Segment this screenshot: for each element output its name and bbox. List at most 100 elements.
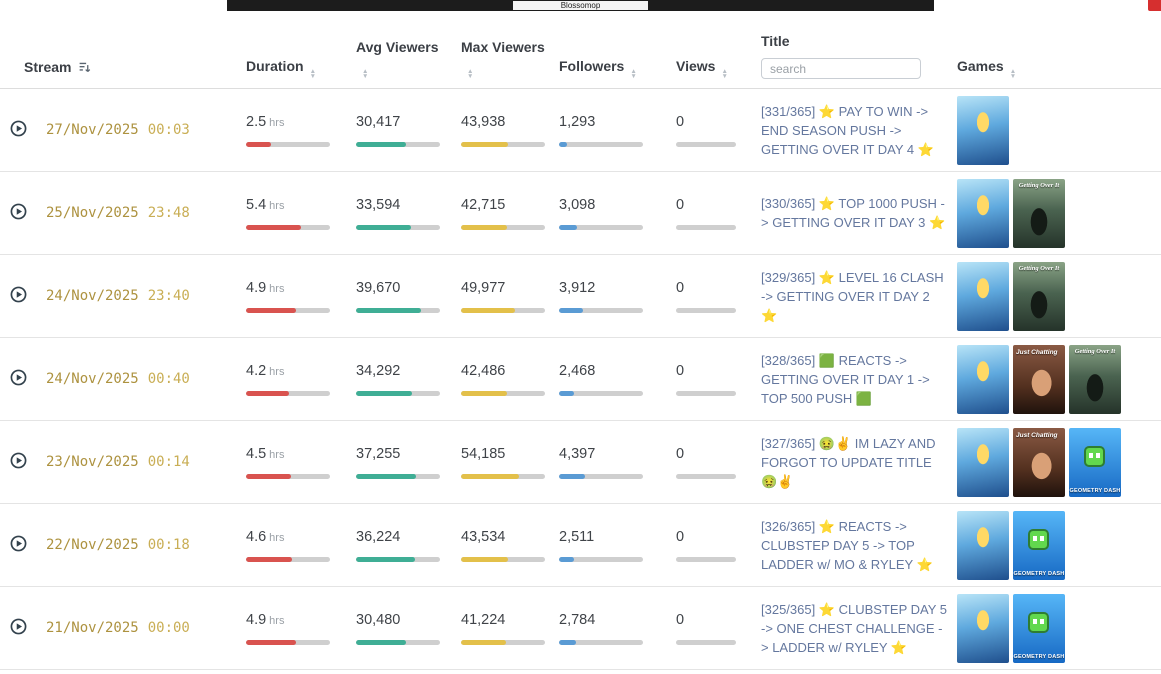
game-thumb-geometry-dash[interactable]: GEOMETRY DASH	[1013, 594, 1065, 663]
avg-viewers-bar	[356, 225, 440, 230]
max-viewers-bar-fill	[461, 640, 506, 645]
avg-viewers-bar-fill	[356, 391, 412, 396]
stream-rows: 27/Nov/202500:032.5hrs30,41743,9381,2930…	[0, 89, 1161, 670]
max-viewers-value: 41,224	[461, 612, 505, 628]
column-header-max-viewers[interactable]: Max Viewers▲▼	[461, 38, 559, 79]
max-viewers-value: 49,977	[461, 280, 505, 296]
stream-date-link[interactable]: 23/Nov/202500:14	[46, 454, 190, 470]
ad-banner[interactable]: Blossomop	[227, 0, 934, 11]
game-thumb-clash[interactable]	[957, 345, 1009, 414]
avg-viewers-bar	[356, 142, 440, 147]
duration-bar	[246, 391, 330, 396]
followers-bar-fill	[559, 640, 576, 645]
title-search-input[interactable]	[761, 58, 921, 79]
table-row: 23/Nov/202500:144.5hrs37,25554,1854,3970…	[0, 421, 1161, 504]
stream-date: 24/Nov/2025	[46, 371, 139, 387]
duration-bar-fill	[246, 225, 301, 230]
stream-title-link[interactable]: [329/365] ⭐ LEVEL 16 CLASH -> GETTING OV…	[761, 268, 949, 325]
stream-date-link[interactable]: 24/Nov/202523:40	[46, 288, 190, 304]
game-thumb-just-chatting[interactable]: Just Chatting	[1013, 428, 1065, 497]
avg-viewers-cell: 33,594	[356, 196, 461, 230]
play-stream-button[interactable]	[10, 535, 27, 555]
game-thumb-clash[interactable]	[957, 511, 1009, 580]
duration-bar	[246, 640, 330, 645]
duration-unit: hrs	[269, 117, 284, 129]
stream-title-link[interactable]: [327/365] 🤢✌ IM LAZY AND FORGOT TO UPDAT…	[761, 434, 949, 491]
sort-both-icon: ▲▼	[1010, 69, 1016, 79]
stream-date-link[interactable]: 25/Nov/202523:48	[46, 205, 190, 221]
game-thumb-clash[interactable]	[957, 428, 1009, 497]
game-thumb-caption: GEOMETRY DASH	[1069, 488, 1121, 494]
game-thumb-clash[interactable]	[957, 594, 1009, 663]
max-viewers-cell: 42,486	[461, 362, 559, 396]
column-label-max-viewers: Max Viewers	[461, 39, 545, 55]
game-thumb-clash[interactable]	[957, 262, 1009, 331]
avg-viewers-value: 34,292	[356, 363, 400, 379]
followers-bar-fill	[559, 225, 577, 230]
stream-date-link[interactable]: 21/Nov/202500:00	[46, 620, 190, 636]
play-cell	[10, 286, 46, 306]
stream-title-link[interactable]: [330/365] ⭐ TOP 1000 PUSH -> GETTING OVE…	[761, 194, 949, 232]
column-header-avg-viewers[interactable]: Avg Viewers▲▼	[356, 38, 461, 79]
game-thumb-geometry-dash[interactable]: GEOMETRY DASH	[1069, 428, 1121, 497]
corner-red-badge[interactable]	[1148, 0, 1161, 11]
sort-both-icon: ▲▼	[630, 69, 636, 79]
followers-value: 1,293	[559, 114, 595, 130]
avg-viewers-bar	[356, 308, 440, 313]
views-cell: 0	[676, 611, 761, 645]
stream-title-link[interactable]: [331/365] ⭐ PAY TO WIN -> END SEASON PUS…	[761, 102, 949, 159]
game-thumb-geometry-dash[interactable]: GEOMETRY DASH	[1013, 511, 1065, 580]
play-stream-button[interactable]	[10, 286, 27, 306]
avg-viewers-bar-fill	[356, 640, 406, 645]
game-thumb-getting-over-it[interactable]: Getting Over It	[1069, 345, 1121, 414]
game-thumb-just-chatting[interactable]: Just Chatting	[1013, 345, 1065, 414]
avg-viewers-value: 39,670	[356, 280, 400, 296]
max-viewers-bar	[461, 391, 545, 396]
title-cell: [327/365] 🤢✌ IM LAZY AND FORGOT TO UPDAT…	[761, 434, 957, 491]
followers-value: 3,098	[559, 197, 595, 213]
stream-date: 24/Nov/2025	[46, 288, 139, 304]
stream-date-link[interactable]: 24/Nov/202500:40	[46, 371, 190, 387]
stream-date-cell: 23/Nov/202500:14	[46, 453, 246, 471]
stream-date-link[interactable]: 27/Nov/202500:03	[46, 122, 190, 138]
play-stream-button[interactable]	[10, 203, 27, 223]
followers-bar-fill	[559, 474, 585, 479]
sort-descending-icon	[78, 61, 91, 77]
play-stream-button[interactable]	[10, 452, 27, 472]
geometry-dash-cube-icon	[1028, 612, 1049, 633]
column-label-followers: Followers	[559, 58, 624, 74]
play-stream-button[interactable]	[10, 618, 27, 638]
title-cell: [326/365] ⭐ REACTS -> CLUBSTEP DAY 5 -> …	[761, 517, 957, 574]
followers-bar	[559, 474, 643, 479]
column-label-games: Games	[957, 58, 1004, 74]
column-header-games[interactable]: Games ▲▼	[957, 57, 1161, 79]
stream-title-link[interactable]: [326/365] ⭐ REACTS -> CLUBSTEP DAY 5 -> …	[761, 517, 949, 574]
stream-date-cell: 27/Nov/202500:03	[46, 121, 246, 139]
duration-cell: 4.6hrs	[246, 528, 356, 562]
followers-bar-fill	[559, 557, 574, 562]
stream-time: 00:00	[148, 620, 190, 636]
column-header-followers[interactable]: Followers ▲▼	[559, 57, 676, 79]
max-viewers-value: 43,534	[461, 529, 505, 545]
followers-cell: 3,098	[559, 196, 676, 230]
stream-date-link[interactable]: 22/Nov/202500:18	[46, 537, 190, 553]
play-stream-button[interactable]	[10, 369, 27, 389]
game-thumb-clash[interactable]	[957, 179, 1009, 248]
column-header-views[interactable]: Views▲▼	[676, 57, 761, 79]
table-row: 21/Nov/202500:004.9hrs30,48041,2242,7840…	[0, 587, 1161, 670]
page: Blossomop Stream Duration▲▼ Avg Viewers▲…	[0, 0, 1161, 674]
views-value: 0	[676, 446, 684, 462]
play-stream-button[interactable]	[10, 120, 27, 140]
game-thumb-getting-over-it[interactable]: Getting Over It	[1013, 179, 1065, 248]
stream-title-link[interactable]: [325/365] ⭐ CLUBSTEP DAY 5 -> ONE CHEST …	[761, 600, 949, 657]
max-viewers-bar	[461, 474, 545, 479]
column-header-duration[interactable]: Duration▲▼	[246, 57, 356, 79]
geometry-dash-cube-icon	[1028, 529, 1049, 550]
column-header-stream[interactable]: Stream	[10, 58, 246, 79]
duration-bar	[246, 142, 330, 147]
stream-title-link[interactable]: [328/365] 🟩 REACTS -> GETTING OVER IT DA…	[761, 351, 949, 408]
game-thumb-clash[interactable]	[957, 96, 1009, 165]
stream-time: 00:03	[148, 122, 190, 138]
game-thumb-getting-over-it[interactable]: Getting Over It	[1013, 262, 1065, 331]
table-row: 24/Nov/202500:404.2hrs34,29242,4862,4680…	[0, 338, 1161, 421]
